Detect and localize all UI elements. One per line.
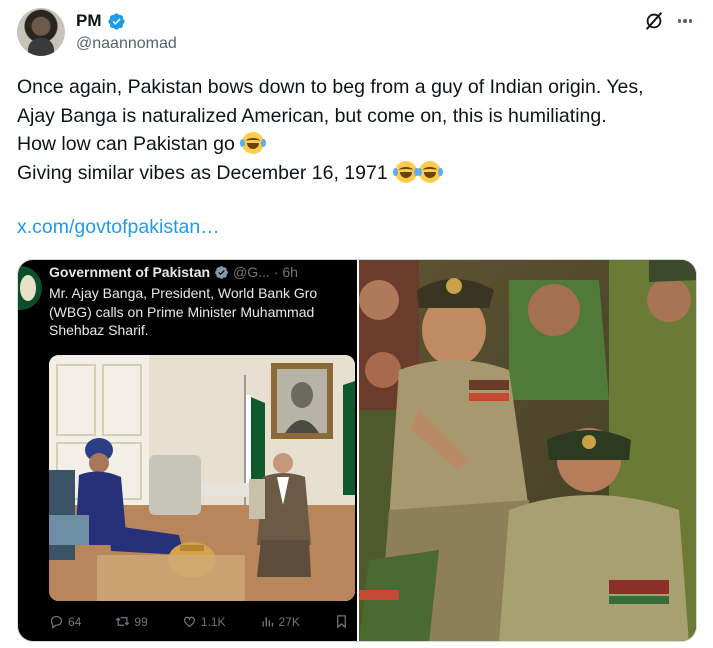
tweet-line-3: How low can Pakistan go bbox=[17, 133, 235, 155]
embedded-reply: 64 bbox=[49, 614, 81, 629]
tweet-text: Once again, Pakistan bows down to beg fr… bbox=[17, 73, 697, 187]
embedded-bookmark bbox=[334, 614, 349, 629]
embedded-views: 27K bbox=[260, 614, 300, 629]
tweet-link[interactable]: x.com/govtofpakistan… bbox=[17, 216, 220, 239]
like-count: 1.1K bbox=[200, 614, 226, 629]
like-icon bbox=[183, 616, 195, 628]
surrender-photo[interactable] bbox=[359, 260, 696, 641]
bookmark-icon bbox=[337, 615, 346, 629]
repost-icon bbox=[116, 617, 130, 626]
embedded-text-line-2: (WBG) calls on Prime Minister Muhammad bbox=[49, 303, 315, 320]
author-handle[interactable]: @naannomad bbox=[76, 35, 177, 53]
reply-icon bbox=[50, 615, 63, 629]
embedded-text-line-1: Mr. Ajay Banga, President, World Bank Gr… bbox=[49, 285, 318, 301]
tweet-line-2: Ajay Banga is naturalized American, but … bbox=[17, 104, 607, 127]
grok-icon[interactable] bbox=[643, 10, 665, 32]
tweet-header: PM @naannomad bbox=[17, 8, 697, 58]
author-name-row: PM bbox=[76, 11, 126, 31]
more-icon[interactable] bbox=[674, 10, 696, 32]
views-count: 27K bbox=[278, 614, 300, 629]
tweet-line-4-wrap: Giving similar vibes as December 16, 197… bbox=[17, 159, 697, 188]
author-display-name[interactable]: PM bbox=[76, 11, 102, 31]
views-icon bbox=[261, 617, 273, 627]
repost-count: 99 bbox=[134, 614, 148, 629]
embedded-text-line-3: Shehbaz Sharif. bbox=[49, 322, 149, 338]
embedded-display-name: Government of Pakistan bbox=[49, 264, 211, 280]
embedded-like: 1.1K bbox=[182, 614, 226, 629]
laughing-crying-emoji bbox=[393, 160, 420, 183]
tweet-line-3-wrap: How low can Pakistan go bbox=[17, 130, 697, 159]
embedded-repost: 99 bbox=[115, 614, 148, 629]
embedded-handle: @G... bbox=[233, 264, 270, 280]
laughing-crying-emoji bbox=[240, 132, 267, 154]
embedded-text: Mr. Ajay Banga, President, World Bank Gr… bbox=[49, 284, 357, 340]
embedded-time: · 6h bbox=[273, 264, 298, 280]
laughing-crying-emoji bbox=[417, 160, 444, 183]
meeting-photo bbox=[49, 355, 355, 601]
reply-count: 64 bbox=[68, 614, 82, 629]
embedded-tweet-screenshot[interactable]: Government of Pakistan @G... · 6h Mr. Aj… bbox=[18, 260, 357, 641]
author-avatar[interactable] bbox=[17, 8, 65, 56]
verified-badge-icon bbox=[107, 12, 125, 30]
tweet-line-1: Once again, Pakistan bows down to beg fr… bbox=[17, 76, 644, 98]
tweet-line-4: Giving similar vibes as December 16, 197… bbox=[17, 161, 388, 184]
tweet-media[interactable]: Government of Pakistan @G... · 6h Mr. Aj… bbox=[17, 259, 697, 642]
embedded-avatar bbox=[18, 266, 42, 310]
embedded-actions: 64 99 1.1K 27K bbox=[49, 614, 349, 629]
embedded-verified-icon bbox=[215, 265, 228, 279]
embedded-header: Government of Pakistan @G... · 6h bbox=[49, 264, 298, 280]
